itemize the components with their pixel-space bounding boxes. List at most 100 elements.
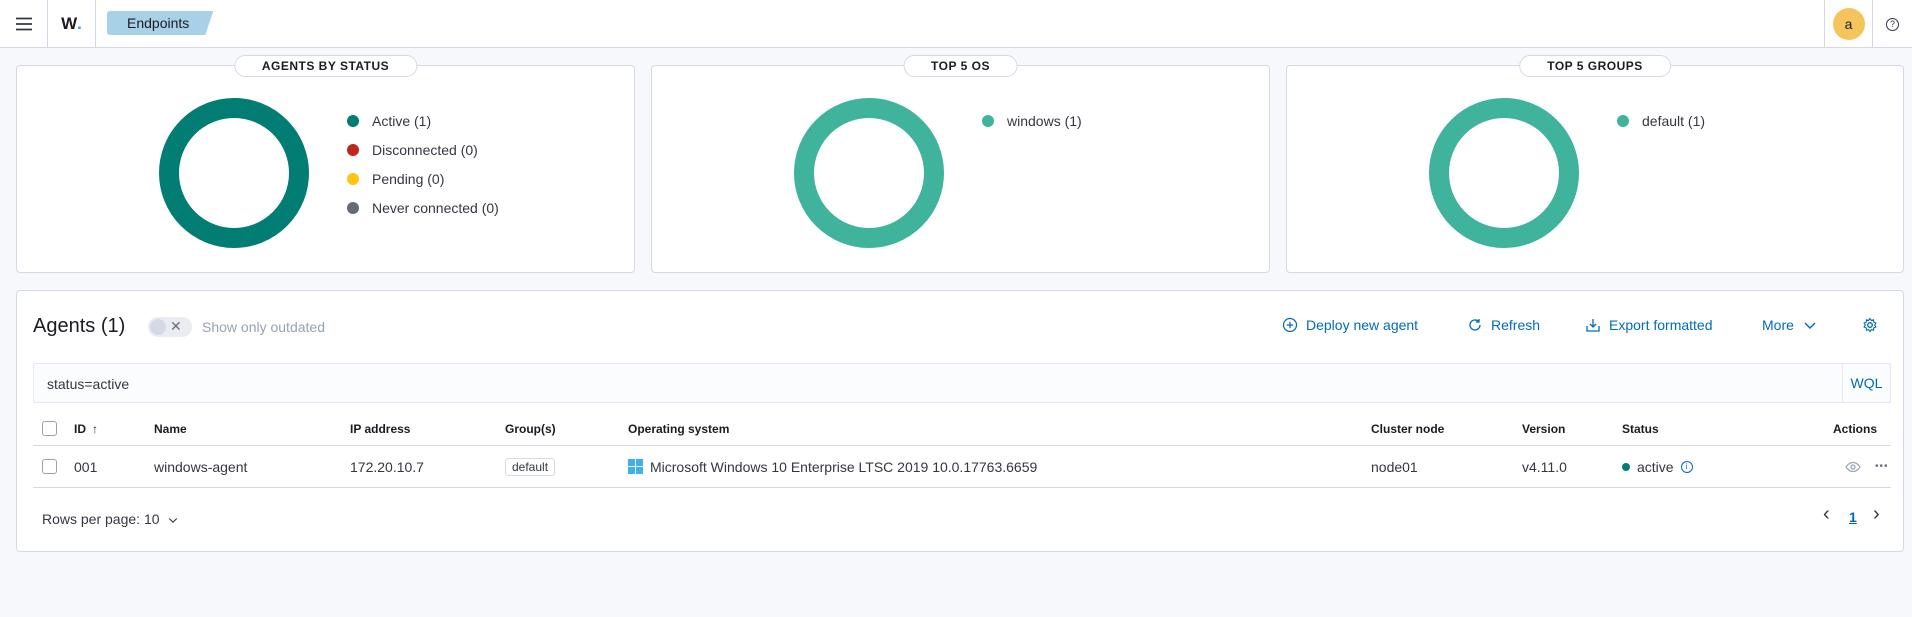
select-all-checkbox[interactable]	[42, 421, 57, 436]
show-outdated-label: Show only outdated	[202, 319, 325, 335]
column-header-cluster[interactable]: Cluster node	[1371, 412, 1444, 445]
deploy-new-agent-button[interactable]: Deploy new agent	[1282, 317, 1418, 333]
panel-title-top-5-groups: TOP 5 GROUPS	[1519, 55, 1671, 77]
legend-item-pending[interactable]: Pending (0)	[347, 164, 499, 193]
select-all-cell	[42, 412, 57, 445]
previous-page-button[interactable]: ‹	[1823, 503, 1830, 526]
agents-status-donut-chart	[159, 98, 309, 248]
row-checkbox[interactable]	[42, 459, 57, 474]
top-header: W. Endpoints a ?	[0, 0, 1912, 48]
legend-item-never-connected[interactable]: Never connected (0)	[347, 193, 499, 222]
column-header-actions: Actions	[1833, 421, 1878, 436]
refresh-label: Refresh	[1491, 317, 1541, 333]
legend-dot-icon	[347, 172, 359, 185]
column-header-id-label: ID	[74, 421, 86, 436]
row-actions-cell: •••	[1845, 446, 1889, 487]
legend-label: Pending (0)	[372, 170, 445, 187]
logo-dot: .	[77, 14, 82, 33]
legend-item-active[interactable]: Active (1)	[347, 106, 499, 135]
wql-button[interactable]: WQL	[1842, 364, 1890, 402]
column-header-status[interactable]: Status	[1622, 412, 1659, 445]
agent-id: 001	[74, 458, 98, 475]
table-header: ID ↑ Name IP address Group(s) Operating …	[33, 412, 1891, 446]
legend-label: windows (1)	[1007, 112, 1082, 129]
legend-item-windows[interactable]: windows (1)	[982, 106, 1082, 135]
agent-version: v4.11.0	[1522, 458, 1567, 475]
search-bar[interactable]: status=active WQL	[33, 363, 1891, 403]
help-icon: ?	[1886, 17, 1899, 31]
toggle-knob	[150, 319, 166, 335]
more-label: More	[1762, 317, 1794, 333]
top-groups-legend: default (1)	[1617, 106, 1705, 135]
legend-label: Disconnected (0)	[372, 141, 478, 158]
legend-dot-icon	[347, 143, 359, 156]
table-settings-button[interactable]	[1862, 317, 1878, 333]
panel-title-agents-by-status: AGENTS BY STATUS	[233, 55, 418, 77]
user-menu[interactable]: a	[1824, 0, 1872, 48]
legend-dot-icon	[1617, 114, 1629, 127]
top-groups-donut-chart	[1429, 98, 1579, 248]
sort-ascending-icon: ↑	[92, 421, 98, 436]
column-header-os[interactable]: Operating system	[628, 412, 729, 445]
next-page-button[interactable]: ›	[1873, 503, 1880, 526]
menu-toggle-button[interactable]	[0, 0, 48, 48]
column-header-version[interactable]: Version	[1522, 412, 1565, 445]
top-5-os-panel: TOP 5 OS windows (1)	[651, 55, 1270, 273]
column-header-ip[interactable]: IP address	[350, 412, 410, 445]
row-select-cell	[42, 446, 57, 487]
chevron-down-icon	[1804, 322, 1816, 329]
windows-icon	[628, 459, 643, 474]
logo-text: W	[61, 14, 78, 33]
page-1-button[interactable]: 1	[1849, 509, 1857, 525]
rows-per-page-label: Rows per page: 10	[42, 511, 160, 527]
agents-by-status-panel: AGENTS BY STATUS Active (1) Disconnected…	[16, 55, 635, 273]
column-header-id[interactable]: ID ↑	[74, 412, 98, 445]
table-row[interactable]: 001 windows-agent 172.20.10.7 default Mi…	[33, 446, 1891, 488]
agent-os-cell: Microsoft Windows 10 Enterprise LTSC 201…	[628, 446, 1037, 487]
agent-cluster: node01	[1371, 458, 1418, 475]
top-5-groups-panel: TOP 5 GROUPS default (1)	[1286, 55, 1904, 273]
top-os-donut-chart	[794, 98, 944, 248]
chevron-down-icon	[169, 518, 178, 524]
export-icon	[1586, 319, 1600, 332]
status-badge: active	[1637, 458, 1674, 475]
show-outdated-toggle[interactable]: ✕	[148, 317, 192, 337]
close-icon: ✕	[170, 318, 182, 334]
help-button[interactable]: ?	[1872, 0, 1912, 48]
donut-slice-default[interactable]	[1429, 98, 1579, 248]
app-logo[interactable]: W.	[48, 0, 96, 48]
legend-label: Active (1)	[372, 112, 432, 129]
legend-item-disconnected[interactable]: Disconnected (0)	[347, 135, 499, 164]
panel-title-top-5-os: TOP 5 OS	[903, 55, 1018, 77]
avatar[interactable]: a	[1832, 8, 1865, 40]
rows-per-page-selector[interactable]: Rows per page: 10	[42, 511, 179, 527]
column-header-name[interactable]: Name	[154, 412, 187, 445]
donut-slice-active[interactable]	[159, 98, 309, 248]
plus-circle-icon	[1282, 317, 1298, 333]
breadcrumb-endpoints[interactable]: Endpoints	[107, 11, 213, 35]
group-badge[interactable]: default	[505, 457, 556, 476]
status-dot-icon	[1622, 462, 1630, 471]
donut-slice-windows[interactable]	[794, 98, 944, 248]
refresh-button[interactable]: Refresh	[1467, 317, 1540, 333]
info-icon[interactable]: i	[1680, 460, 1693, 473]
export-formatted-label: Export formatted	[1609, 317, 1713, 333]
more-dropdown-button[interactable]: More	[1762, 317, 1818, 333]
legend-label: default (1)	[1642, 112, 1706, 129]
agent-os: Microsoft Windows 10 Enterprise LTSC 201…	[650, 458, 1038, 475]
top-os-legend: windows (1)	[982, 106, 1082, 135]
search-input[interactable]: status=active	[47, 376, 129, 392]
agents-status-legend: Active (1) Disconnected (0) Pending (0) …	[347, 106, 499, 222]
agent-status-cell: active i	[1622, 446, 1693, 487]
deploy-new-agent-label: Deploy new agent	[1306, 317, 1419, 333]
agent-group-cell: default	[505, 446, 556, 487]
agent-ip: 172.20.10.7	[350, 458, 424, 475]
eye-icon[interactable]	[1845, 459, 1861, 475]
more-actions-icon[interactable]: •••	[1875, 461, 1889, 472]
hamburger-menu-icon	[15, 17, 32, 31]
column-header-groups[interactable]: Group(s)	[505, 412, 556, 445]
legend-dot-icon	[347, 201, 359, 214]
legend-item-default[interactable]: default (1)	[1617, 106, 1705, 135]
legend-dot-icon	[347, 114, 359, 127]
export-formatted-button[interactable]: Export formatted	[1585, 317, 1713, 333]
